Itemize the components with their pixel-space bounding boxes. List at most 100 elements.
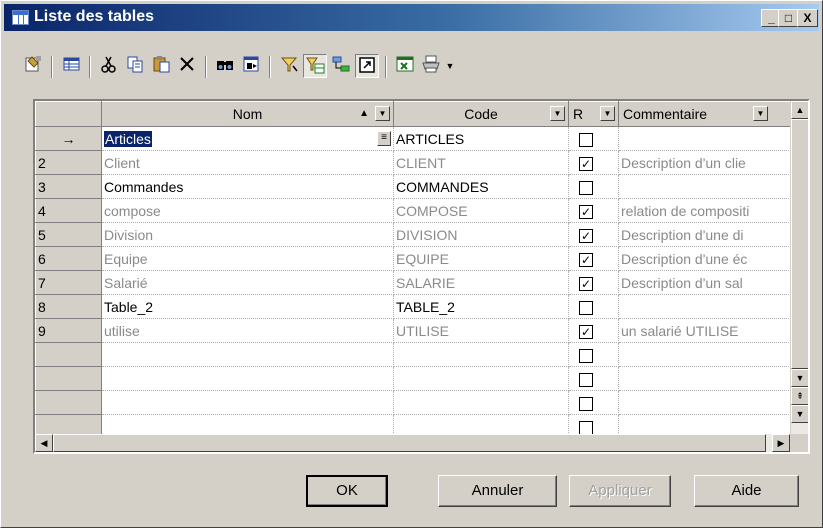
- apply-button[interactable]: Appliquer: [569, 475, 671, 507]
- cell-commentaire[interactable]: un salarié UTILISE: [618, 318, 791, 343]
- cell-commentaire[interactable]: Description d'un clie: [618, 150, 791, 175]
- cell-nom[interactable]: Equipe: [101, 246, 394, 271]
- properties-icon[interactable]: [21, 54, 45, 78]
- table-row[interactable]: 8 Table_2 TABLE_2: [35, 294, 791, 319]
- row-number[interactable]: 5: [35, 222, 102, 247]
- scrollbar-thumb[interactable]: [53, 434, 766, 452]
- horizontal-scrollbar[interactable]: ◀ ▶: [35, 434, 790, 452]
- edit-ellipsis-icon[interactable]: ≡: [377, 131, 391, 146]
- cell-commentaire[interactable]: [618, 174, 791, 199]
- table-row[interactable]: 7 Salarié SALARIE ✓ Description d'un sal: [35, 270, 791, 295]
- row-number[interactable]: 7: [35, 270, 102, 295]
- cell-nom[interactable]: utilise: [101, 318, 394, 343]
- cell-code[interactable]: ARTICLES: [393, 126, 569, 151]
- cell-commentaire[interactable]: Description d'une éc: [618, 246, 791, 271]
- replace-icon[interactable]: [239, 54, 263, 78]
- row-number[interactable]: 9: [35, 318, 102, 343]
- cell-nom[interactable]: [101, 390, 394, 415]
- scroll-up-icon[interactable]: ▲: [791, 101, 808, 119]
- row-number[interactable]: 6: [35, 246, 102, 271]
- cell-nom[interactable]: compose: [101, 198, 394, 223]
- cell-nom[interactable]: [101, 342, 394, 367]
- scroll-left-icon[interactable]: ◀: [35, 434, 53, 452]
- checkbox[interactable]: [579, 300, 593, 315]
- table-row[interactable]: 9 utilise UTILISE ✓ un salarié UTILISE: [35, 318, 791, 343]
- customize-columns-icon[interactable]: [59, 54, 83, 78]
- cell-nom[interactable]: Division: [101, 222, 394, 247]
- cell-commentaire[interactable]: Description d'un sal: [618, 270, 791, 295]
- cell-code[interactable]: [393, 342, 569, 367]
- cell-nom[interactable]: Salarié: [101, 270, 394, 295]
- cell-commentaire[interactable]: relation de compositi: [618, 198, 791, 223]
- table-row[interactable]: 3 Commandes COMMANDES: [35, 174, 791, 199]
- column-header-code[interactable]: Code ▼: [393, 101, 569, 127]
- checkbox[interactable]: [579, 372, 593, 387]
- ok-button[interactable]: OK: [306, 475, 388, 507]
- title-bar[interactable]: Liste des tables _ □ X: [4, 4, 819, 31]
- chevron-down-icon[interactable]: ▼: [753, 106, 768, 121]
- cell-nom[interactable]: Table_2: [101, 294, 394, 319]
- scroll-right-icon[interactable]: ▶: [772, 434, 790, 452]
- checkbox[interactable]: [579, 396, 593, 411]
- column-header-r[interactable]: R ▼: [568, 101, 619, 127]
- table-row[interactable]: [35, 390, 791, 415]
- checkbox-checked[interactable]: ✓: [579, 252, 593, 267]
- cell-code[interactable]: SALARIE: [393, 270, 569, 295]
- cell-code[interactable]: TABLE_2: [393, 294, 569, 319]
- checkbox[interactable]: [579, 420, 593, 435]
- checkbox[interactable]: [579, 180, 593, 195]
- table-row[interactable]: 6 Equipe EQUIPE ✓ Description d'une éc: [35, 246, 791, 271]
- checkbox[interactable]: [579, 132, 593, 147]
- scrollbar-thumb[interactable]: [791, 119, 808, 369]
- chevron-down-icon[interactable]: ▼: [600, 106, 615, 121]
- maximize-button[interactable]: □: [778, 9, 799, 27]
- page-down-icon[interactable]: ▼: [791, 405, 808, 423]
- cell-commentaire[interactable]: [618, 126, 791, 151]
- cell-code[interactable]: COMPOSE: [393, 198, 569, 223]
- open-properties-icon[interactable]: [355, 54, 379, 78]
- row-number[interactable]: 4: [35, 198, 102, 223]
- cell-code[interactable]: [393, 366, 569, 391]
- table-row[interactable]: → Articles ≡ ARTICLES: [35, 126, 791, 151]
- enable-filter-icon[interactable]: [303, 54, 327, 78]
- checkbox-checked[interactable]: ✓: [579, 156, 593, 171]
- checkbox-checked[interactable]: ✓: [579, 324, 593, 339]
- table-row[interactable]: 4 compose COMPOSE ✓ relation de compositi: [35, 198, 791, 223]
- find-icon[interactable]: [213, 54, 237, 78]
- copy-icon[interactable]: [123, 54, 147, 78]
- chevron-down-icon[interactable]: ▼: [550, 106, 565, 121]
- table-row[interactable]: 5 Division DIVISION ✓ Description d'une di: [35, 222, 791, 247]
- cell-code[interactable]: UTILISE: [393, 318, 569, 343]
- cell-commentaire[interactable]: [618, 342, 791, 367]
- table-grid[interactable]: Nom ▲ ▼ Code ▼ R ▼ Commentaire ▼ → Artic…: [33, 99, 810, 454]
- paste-icon[interactable]: [149, 54, 173, 78]
- cell-commentaire[interactable]: [618, 366, 791, 391]
- cut-icon[interactable]: [97, 54, 121, 78]
- print-icon[interactable]: [419, 54, 443, 78]
- row-number[interactable]: 8: [35, 294, 102, 319]
- checkbox[interactable]: [579, 348, 593, 363]
- row-number[interactable]: 2: [35, 150, 102, 175]
- cell-code[interactable]: CLIENT: [393, 150, 569, 175]
- column-header-nom[interactable]: Nom ▲ ▼: [101, 101, 394, 127]
- cell-code[interactable]: [393, 390, 569, 415]
- row-number[interactable]: [35, 366, 102, 391]
- chevron-down-icon[interactable]: ▼: [375, 106, 390, 121]
- cell-nom[interactable]: Commandes: [101, 174, 394, 199]
- current-row-indicator[interactable]: →: [35, 126, 102, 151]
- cell-nom[interactable]: Client: [101, 150, 394, 175]
- vertical-scrollbar[interactable]: ▲ ▼ ⇞ ▼: [790, 101, 808, 434]
- page-up-icon[interactable]: ⇞: [791, 387, 808, 405]
- cancel-button[interactable]: Annuler: [438, 475, 557, 507]
- checkbox-checked[interactable]: ✓: [579, 228, 593, 243]
- table-row[interactable]: [35, 366, 791, 391]
- cell-commentaire[interactable]: Description d'une di: [618, 222, 791, 247]
- row-number[interactable]: [35, 390, 102, 415]
- row-number[interactable]: 3: [35, 174, 102, 199]
- help-button[interactable]: Aide: [694, 475, 799, 507]
- checkbox-checked[interactable]: ✓: [579, 204, 593, 219]
- table-row[interactable]: 2 Client CLIENT ✓ Description d'un clie: [35, 150, 791, 175]
- row-header-corner[interactable]: [35, 101, 102, 127]
- export-excel-icon[interactable]: [393, 54, 417, 78]
- cell-commentaire[interactable]: [618, 294, 791, 319]
